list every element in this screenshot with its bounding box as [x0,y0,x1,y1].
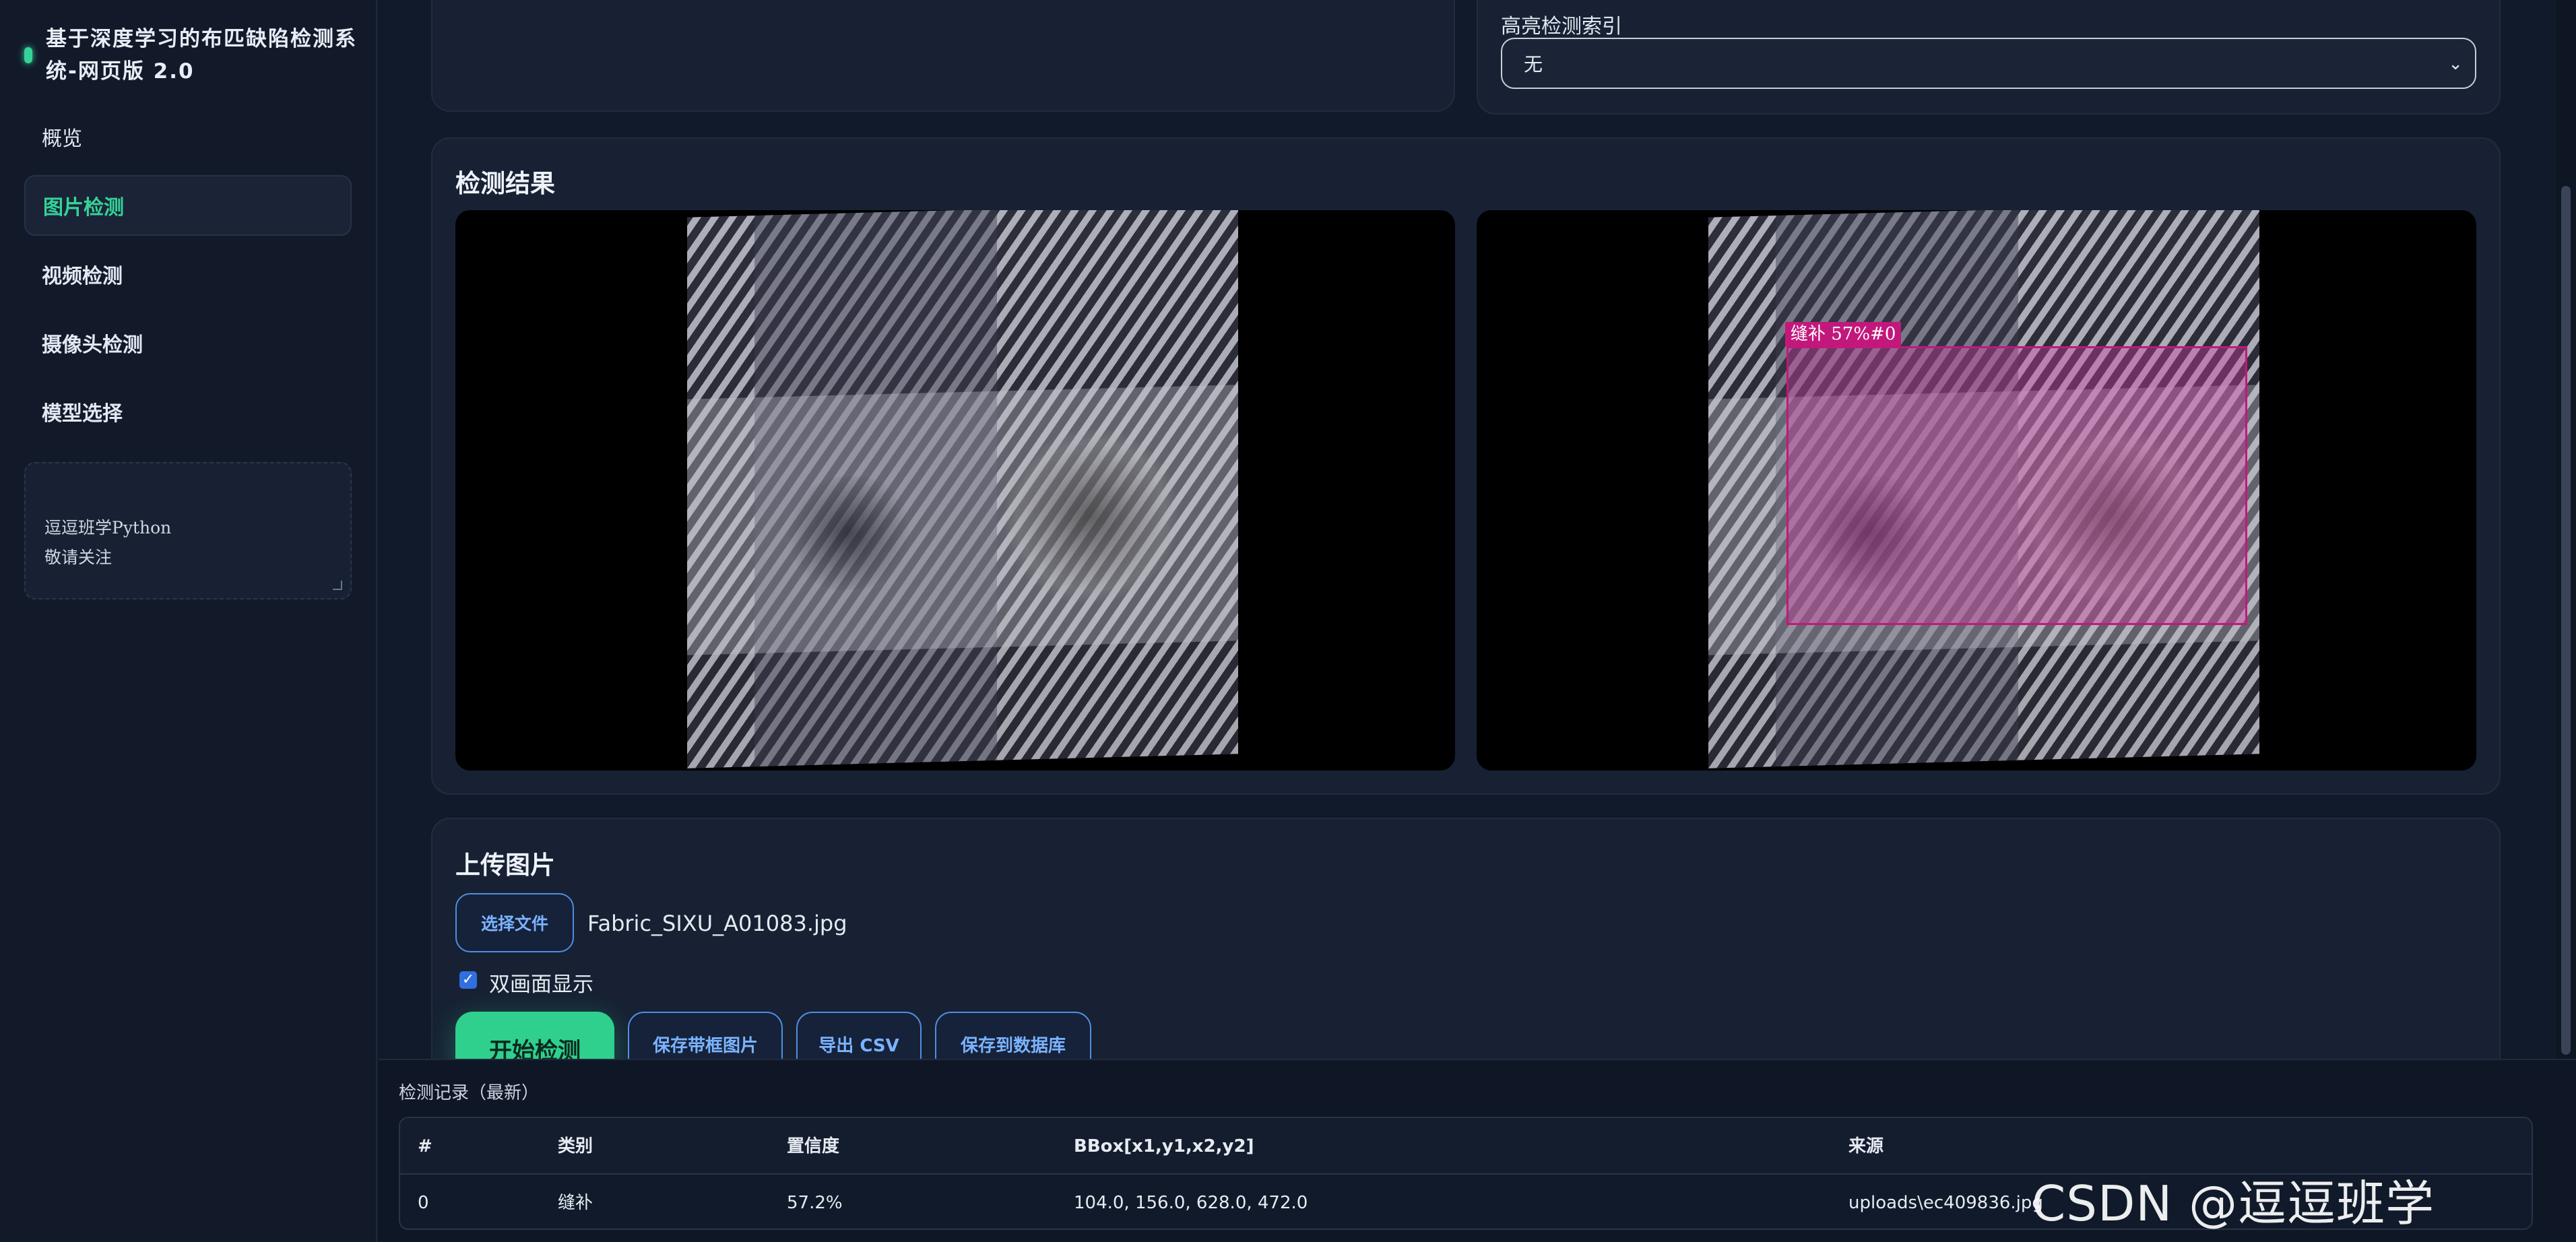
chevron-down-icon: ⌄ [2448,54,2463,74]
choose-file-button[interactable]: 选择文件 [455,893,574,952]
column-header-bbox: BBox[x1,y1,x2,y2] [1074,1136,1254,1156]
highlight-index-select[interactable]: 无 ⌄ [1501,38,2476,89]
sidebar-item-camera-detection[interactable]: 摄像头检测 [24,313,352,373]
dual-view-checkbox[interactable]: ✓ [459,971,477,989]
column-header-class: 类别 [558,1136,593,1156]
cell-index: 0 [418,1193,429,1213]
status-dot-icon [24,47,32,63]
brand: 基于深度学习的布匹缺陷检测系统-网页版 2.0 [24,23,361,88]
highlight-index-value: 无 [1524,53,1543,75]
original-fabric-image [687,210,1238,769]
sidebar-item-video-detection[interactable]: 视频检测 [24,244,352,304]
column-header-confidence: 置信度 [787,1136,840,1156]
app-title: 基于深度学习的布匹缺陷检测系统-网页版 2.0 [46,27,357,84]
cell-source: uploads\ec409836.jpg [1848,1193,2043,1213]
column-header-source: 来源 [1848,1136,1884,1156]
cell-bbox: 104.0, 156.0, 628.0, 472.0 [1074,1193,1308,1213]
detection-bbox [1786,346,2247,625]
detection-bbox-label: 缝补 57%#0 [1785,322,1902,346]
note-textarea[interactable]: 逗逗班学Python 敬请关注 [24,462,352,599]
records-title: 检测记录（最新） [399,1083,540,1103]
cell-confidence: 57.2% [787,1193,843,1213]
results-title: 检测结果 [455,169,555,198]
scrollbar-thumb[interactable] [2561,186,2571,1055]
upload-title: 上传图片 [455,851,555,880]
column-header-index: # [418,1136,432,1156]
sidebar-item-model-selection[interactable]: 模型选择 [24,381,352,442]
dual-view-label[interactable]: 双画面显示 [489,967,593,998]
sidebar-item-overview[interactable]: 概览 [24,106,352,167]
cell-class: 缝补 [558,1193,593,1213]
note-text: 逗逗班学Python 敬请关注 [44,518,172,567]
resize-handle-icon[interactable] [333,581,342,590]
sidebar-item-image-detection[interactable]: 图片检测 [24,175,352,236]
settings-card-left [431,0,1455,112]
watermark: CSDN @逗逗班学Python [2032,1175,2435,1242]
main-scrollbar[interactable] [2556,0,2576,1059]
original-image-pane [455,210,1455,771]
highlight-index-label: 高亮检测索引 [1501,15,1622,38]
sidebar: 基于深度学习的布匹缺陷检测系统-网页版 2.0 概览 图片检测 视频检测 摄像头… [0,0,377,1242]
selected-file-name: Fabric_SIXU_A01083.jpg [587,911,847,936]
sidebar-nav: 概览 图片检测 视频检测 摄像头检测 模型选择 [24,106,352,450]
